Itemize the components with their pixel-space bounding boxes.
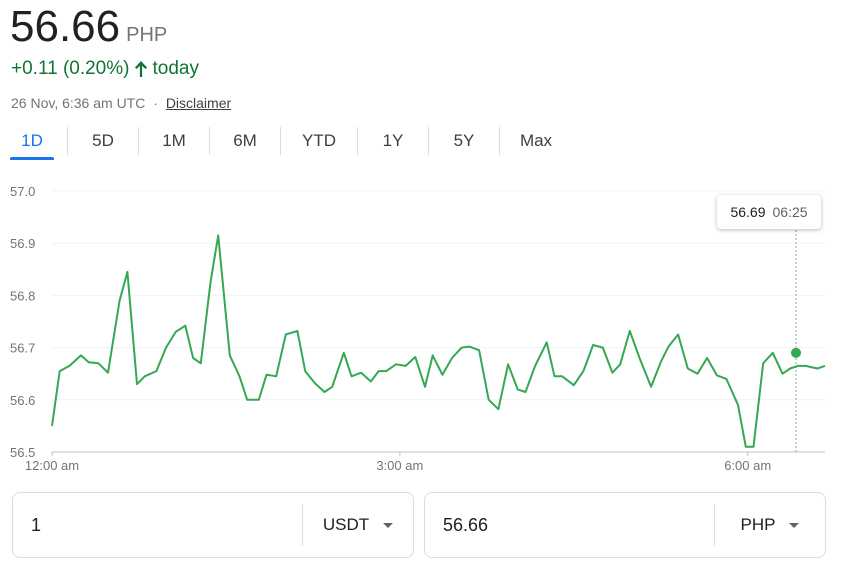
meta-separator: · xyxy=(153,95,158,111)
x-tick-label: 6:00 am xyxy=(724,458,771,473)
change-value: +0.11 (0.20%) xyxy=(11,58,130,79)
range-tabs: 1D 5D 1M 6M YTD 1Y 5Y Max xyxy=(10,124,572,160)
from-amount-input[interactable]: 1 xyxy=(13,515,302,536)
price-change: +0.11 (0.20%) today xyxy=(11,58,199,80)
to-currency-select[interactable]: PHP xyxy=(715,515,825,535)
to-currency-label: PHP xyxy=(740,515,776,534)
timestamp-row: 26 Nov, 6:36 am UTC · Disclaimer xyxy=(11,95,231,111)
tab-1y[interactable]: 1Y xyxy=(358,124,428,157)
tab-6m[interactable]: 6M xyxy=(210,124,280,157)
tab-5d[interactable]: 5D xyxy=(68,124,138,157)
price-line xyxy=(51,234,826,448)
current-price: 56.66 xyxy=(10,2,121,51)
x-tick-label: 12:00 am xyxy=(25,458,79,473)
y-tick-label: 56.8 xyxy=(10,288,35,303)
from-currency-select[interactable]: USDT xyxy=(303,515,413,535)
hover-point xyxy=(791,347,802,358)
converter-to: 56.66 PHP xyxy=(424,492,826,558)
chart-tooltip: 56.69 06:25 xyxy=(717,195,821,229)
price-currency: PHP xyxy=(126,24,168,46)
tab-max[interactable]: Max xyxy=(500,124,572,157)
tooltip-value: 56.69 xyxy=(730,204,766,220)
dropdown-caret-icon xyxy=(383,522,394,528)
x-axis-labels: 12:00 am 3:00 am 6:00 am xyxy=(25,458,771,473)
dropdown-caret-icon xyxy=(789,522,800,528)
tab-1m[interactable]: 1M xyxy=(139,124,209,157)
chart-grid xyxy=(51,190,825,456)
disclaimer-link[interactable]: Disclaimer xyxy=(166,95,231,111)
change-period: today xyxy=(152,58,199,79)
tooltip-time: 06:25 xyxy=(772,204,808,220)
tab-1d[interactable]: 1D xyxy=(10,124,54,160)
y-tick-label: 56.7 xyxy=(10,341,35,356)
tab-5y[interactable]: 5Y xyxy=(429,124,499,157)
x-tick-label: 3:00 am xyxy=(376,458,423,473)
converter-from: 1 USDT xyxy=(12,492,414,558)
arrow-up-icon xyxy=(135,61,148,77)
price-row: 56.66 PHP xyxy=(10,3,167,51)
timestamp: 26 Nov, 6:36 am UTC xyxy=(11,95,146,111)
y-tick-label: 56.6 xyxy=(10,393,35,408)
y-tick-label: 57.0 xyxy=(10,184,35,199)
y-axis-labels: 57.056.956.856.756.656.5 xyxy=(10,184,35,460)
y-tick-label: 56.9 xyxy=(10,236,35,251)
to-amount-input[interactable]: 56.66 xyxy=(425,515,714,536)
tab-ytd[interactable]: YTD xyxy=(281,124,357,157)
from-currency-label: USDT xyxy=(322,515,370,534)
